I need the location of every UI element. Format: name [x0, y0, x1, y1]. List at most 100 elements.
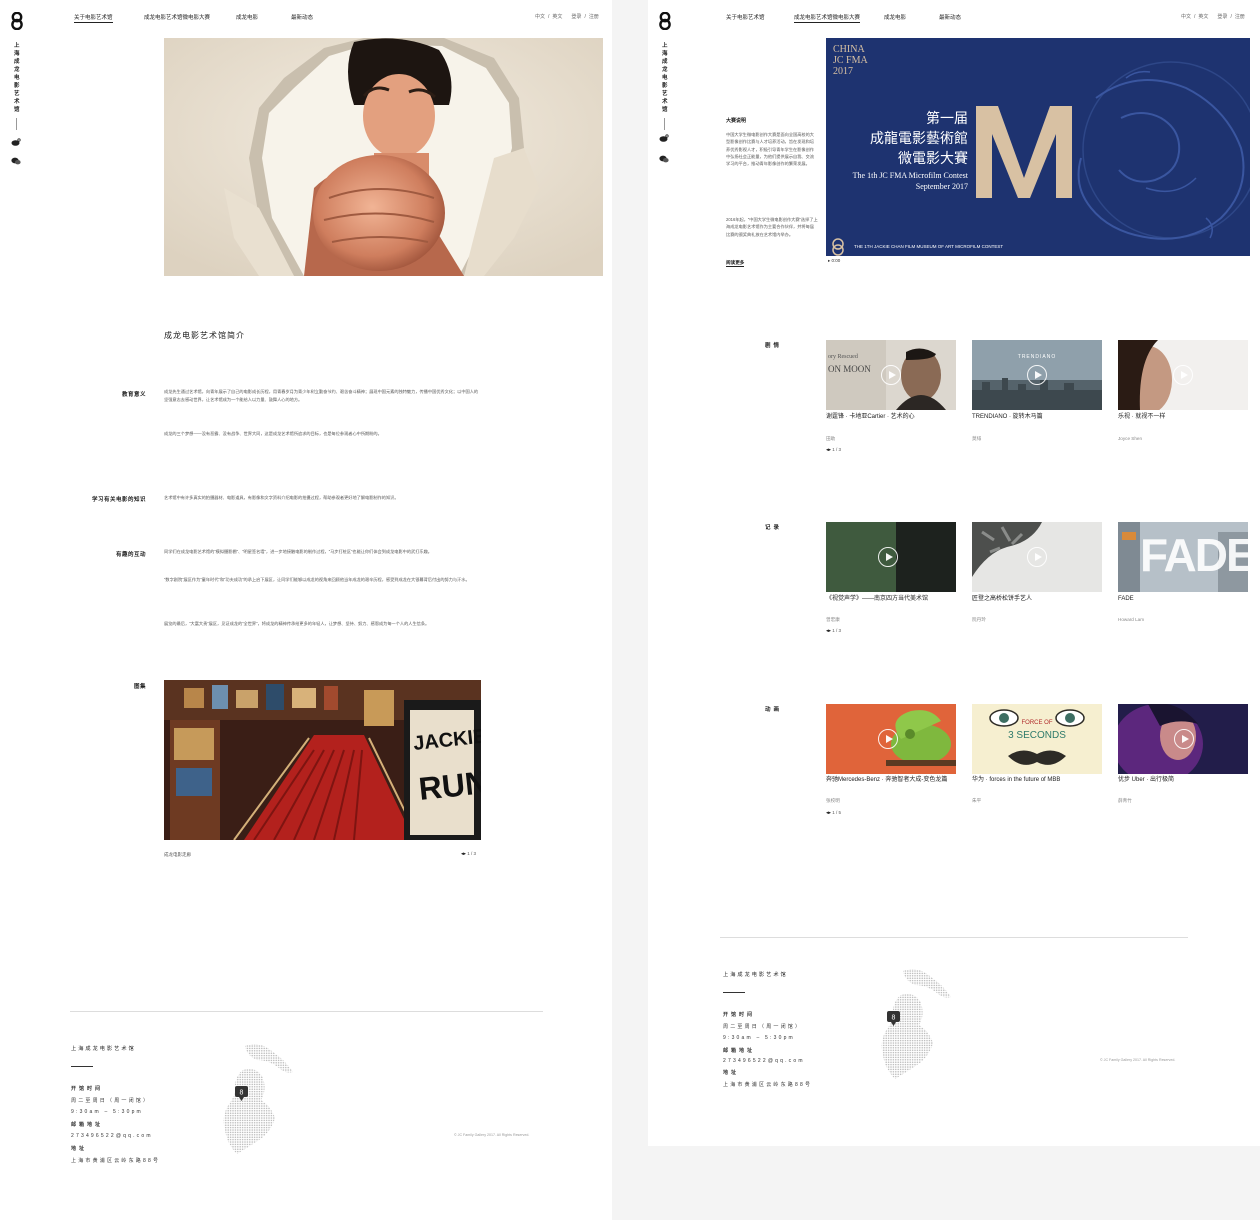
card-title[interactable]: 华为 · forces in the future of MBB — [972, 776, 1102, 785]
nav-item-news[interactable]: 最新动态 — [939, 13, 961, 21]
knowledge-para: 艺术馆中有许多真实的拍摄器材、电影道具，有影像和文字资料介绍电影的拍摄过程，帮助… — [164, 495, 399, 500]
nav-item-about[interactable]: 关于电影艺术馆 — [74, 13, 113, 23]
email-address[interactable]: 273496522@qq.com — [723, 1058, 805, 1064]
header-utils: 中文 / 英文 登录 / 注册 — [535, 13, 602, 20]
play-button-icon[interactable] — [1174, 729, 1194, 749]
footer-divider — [720, 937, 1188, 938]
footer-museum-name: 上海成龙电影艺术馆 — [723, 972, 788, 978]
interaction-para-3: 展览的最后，“大富大贵”展区，见证成龙的“全世界”，将成龙的精神传承给更多的年轻… — [164, 621, 430, 626]
card-title[interactable]: 《视觉声学》——南京四方当代美术馆 — [826, 595, 956, 604]
next-arrow-icon[interactable]: ▸ — [829, 628, 832, 634]
nav-item-contest[interactable]: 成龙电影艺术馆微电影大赛 — [794, 13, 861, 23]
card-title[interactable]: 谢霆锋 · 卡地亚Cartier · 艺术的心 — [826, 413, 956, 422]
video-time: 0:00 — [831, 258, 841, 263]
lang-en-link[interactable]: 英文 — [1198, 14, 1208, 20]
label-interaction: 有趣的互动 — [115, 552, 146, 558]
hours-time: 9:30am – 5:30pm — [71, 1109, 143, 1115]
nav-item-news[interactable]: 最新动态 — [291, 13, 313, 21]
left-page-about: 上海成龙电影艺术馆 关于电影艺术馆 成龙电影艺术馆微电影大赛 成龙电影 最新动态… — [0, 0, 612, 1220]
card-title[interactable]: 匠登之高桥松饼手艺人 — [972, 595, 1102, 604]
right-page-contest: 上海成龙电影艺术馆 关于电影艺术馆 成龙电影艺术馆微电影大赛 成龙电影 最新动态… — [648, 0, 1260, 1146]
card-title[interactable]: FADE — [1118, 595, 1248, 604]
nav-item-about[interactable]: 关于电影艺术馆 — [726, 13, 765, 21]
play-button-icon[interactable] — [878, 547, 898, 567]
interaction-para-1: 同学们在成龙电影艺术馆的“模拟摄影棚”、“明星签名墙”，进一步地接触电影的制作过… — [164, 549, 432, 554]
email-label: 邮箱地址 — [723, 1048, 756, 1054]
login-link[interactable]: 登录 — [571, 14, 581, 20]
read-more-link[interactable]: 阅读更多 — [726, 260, 745, 267]
education-para-1: 成龙先生通过艺术馆，向青年展示了自己的电影成长历程，用青春岁月为青少年树立勤奋节… — [164, 389, 479, 402]
login-link[interactable]: 登录 — [1217, 14, 1227, 20]
poster-corner-line-2: JC FMA — [833, 55, 868, 66]
video-thumb-trendiano[interactable]: TRENDIANO — [972, 340, 1102, 410]
play-button-icon[interactable] — [1027, 547, 1047, 567]
auth-sep: / — [1230, 14, 1232, 20]
category-drama-label: 剧情 — [765, 343, 783, 349]
drama-page-count: 1 / 3 — [832, 447, 842, 452]
play-button-icon[interactable] — [1173, 365, 1193, 385]
category-documentary-label: 记录 — [765, 525, 783, 531]
address-text: 上海市黄浦区云岭东路88号 — [723, 1082, 813, 1088]
contest-desc-para-1: 中国大学生微电影创作大赛是面向全国高校的大型影像创作比赛与人才培养活动，旨在发现… — [726, 132, 814, 167]
play-icon[interactable]: ▸ — [828, 258, 830, 263]
svg-text:8: 8 — [240, 1090, 244, 1097]
card-author: 阮丹玲 — [972, 617, 986, 622]
interaction-para-2: “数字剧院”展区作为“童年时代”和“功夫成功”的承上启下展区，让同学们能够以成龙… — [164, 577, 470, 582]
shanghai-map-icon[interactable]: 8 — [215, 1040, 295, 1160]
hero-image-jackie-punch — [164, 38, 603, 276]
card-author: 曾宏康 — [826, 617, 840, 622]
next-arrow-icon[interactable]: ▸ — [829, 447, 832, 453]
gallery-image-corridor[interactable]: JACKIE RUN — [164, 680, 481, 840]
register-link[interactable]: 注册 — [1235, 14, 1245, 20]
shanghai-map-icon[interactable]: 8 — [873, 965, 953, 1085]
video-thumb-letv[interactable] — [1118, 340, 1248, 410]
card-author: 张校明 — [826, 798, 840, 803]
video-thumb-fade[interactable]: FADE — [1118, 522, 1248, 592]
card-title[interactable]: 奔驰Mercedes-Benz · 奔驰智者大成-变色龙篇 — [826, 776, 956, 785]
vertical-museum-name: 上海成龙电影艺术馆 — [662, 43, 668, 113]
card-title[interactable]: 优步 Uber · 出行极简 — [1118, 776, 1248, 785]
address-text: 上海市黄浦区云岭东路88号 — [71, 1158, 161, 1164]
nav-item-films[interactable]: 成龙电影 — [236, 13, 258, 21]
documentary-page-count: 1 / 3 — [832, 628, 842, 633]
video-thumb-uber[interactable] — [1118, 704, 1248, 774]
card-author: 薛青竹 — [1118, 798, 1132, 803]
lang-sep: / — [548, 14, 550, 20]
weibo-icon[interactable] — [11, 138, 21, 146]
weibo-icon[interactable] — [659, 134, 669, 142]
hours-label: 开馆时间 — [71, 1086, 104, 1092]
video-thumb-cartier[interactable]: ory Rescued ON MOON — [826, 340, 956, 410]
museum-logo-icon[interactable] — [10, 12, 24, 30]
video-thumb-visual-acoustics[interactable] — [826, 522, 956, 592]
play-button-icon[interactable] — [1027, 365, 1047, 385]
card-author: 田助 — [826, 436, 836, 441]
label-knowledge: 学习有关电影的知识 — [91, 497, 146, 503]
video-thumb-benz[interactable] — [826, 704, 956, 774]
footer-divider — [70, 1011, 543, 1012]
poster-en-1: The 1th JC FMA Microfilm Contest — [852, 171, 968, 180]
lang-cn-link[interactable]: 中文 — [535, 14, 545, 20]
register-link[interactable]: 注册 — [589, 14, 599, 20]
contest-poster-video[interactable]: CHINA JC FMA 2017 第一届 成龍電影藝術館 微電影大賽 The … — [826, 38, 1250, 256]
nav-item-films[interactable]: 成龙电影 — [884, 13, 906, 21]
nav-item-contest[interactable]: 成龙电影艺术馆微电影大赛 — [144, 13, 210, 21]
email-address[interactable]: 273496522@qq.com — [71, 1133, 153, 1139]
vertical-museum-name: 上海成龙电影艺术馆 — [14, 43, 20, 113]
next-arrow-icon[interactable]: ▸ — [829, 810, 832, 816]
card-author: 朱平 — [972, 798, 982, 803]
lang-cn-link[interactable]: 中文 — [1181, 14, 1191, 20]
card-author: 莫绯 — [972, 436, 982, 441]
lang-en-link[interactable]: 英文 — [552, 14, 562, 20]
play-button-icon[interactable] — [878, 729, 898, 749]
hours-days: 周二至周日（周一闭馆） — [723, 1024, 803, 1030]
thumb-news-2: ON MOON — [828, 364, 871, 374]
video-thumb-huawei[interactable]: FORCE OF 3 SECONDS — [972, 704, 1102, 774]
video-thumb-muffin[interactable] — [972, 522, 1102, 592]
card-title[interactable]: 乐视 · 就视不一样 — [1118, 413, 1248, 422]
play-button-icon[interactable] — [881, 365, 901, 385]
card-title[interactable]: TRENDIANO · 旋转木马篇 — [972, 413, 1102, 422]
next-arrow-icon[interactable]: ▸ — [464, 851, 467, 857]
wechat-icon[interactable] — [659, 155, 669, 163]
museum-logo-icon[interactable] — [658, 12, 672, 30]
wechat-icon[interactable] — [11, 157, 21, 165]
